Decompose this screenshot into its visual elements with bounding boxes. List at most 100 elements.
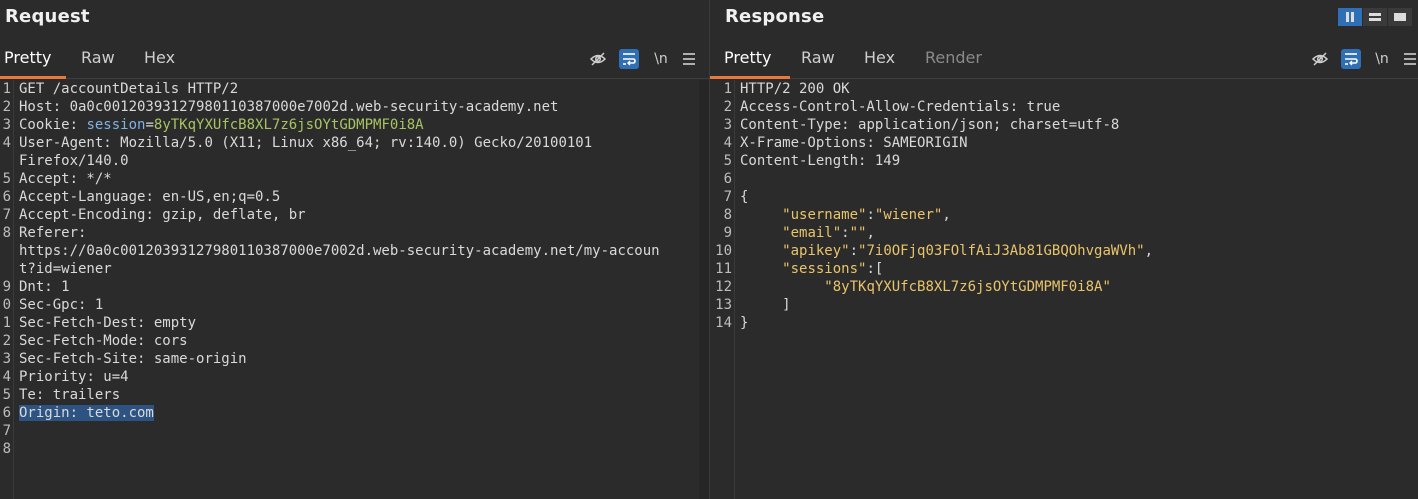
request-scrollbar[interactable] <box>699 80 709 499</box>
code-token: : <box>69 117 87 133</box>
code-token: : en-US,en;q=0.5 <box>145 189 281 205</box>
request-lines: 1 GET /accountDetails HTTP/2 2 Host: 0a0c00… <box>0 80 699 458</box>
request-line: 1 Sec-Fetch-Dest: empty <box>0 314 699 332</box>
request-line: 2 Sec-Fetch-Mode: cors <box>0 332 699 350</box>
request-line: 2 Host: 0a0c00120393127980110387000e7002d… <box>0 98 699 116</box>
tabs-layout-icon[interactable] <box>1388 8 1412 26</box>
line-code: ] <box>740 296 790 314</box>
line-code: HTTP/2 200 OK <box>740 80 850 98</box>
request-title: Request <box>5 6 90 27</box>
code-token: : cors <box>137 333 188 349</box>
code-token: : <box>849 243 859 259</box>
code-token: Accept <box>19 171 70 187</box>
code-token: session <box>86 117 146 133</box>
line-number: 14 <box>715 315 732 331</box>
line-code: Sec-Fetch-Mode: cors <box>19 332 188 350</box>
split-horizontal-icon[interactable] <box>1363 8 1387 26</box>
request-tab-pretty[interactable]: Pretty <box>4 48 51 67</box>
code-token: Accept-Encoding <box>19 207 146 223</box>
code-token: Dnt <box>19 279 45 295</box>
code-token: : */* <box>69 171 112 187</box>
request-pane: Request Pretty Raw Hex \n 1 GET /accountD… <box>0 0 709 499</box>
request-line: 6 Origin: teto.com <box>0 404 699 422</box>
line-number: 6 <box>723 171 732 187</box>
code-token: Sec-Fetch-Site <box>19 351 138 367</box>
line-code: https://0a0c00120393127980110387000e7002… <box>19 242 660 260</box>
request-line: 4 Priority: u=4 <box>0 368 699 386</box>
code-token: "email" <box>782 225 842 241</box>
line-number: 13 <box>715 297 732 313</box>
response-tab-render[interactable]: Render <box>925 48 982 67</box>
code-token: "7i0OFjq03FOlfAiJ3Ab81GBQOhvgaWVh" <box>858 243 1145 259</box>
response-line: 9 "email":"", <box>710 224 1408 242</box>
split-vertical-icon[interactable] <box>1338 8 1362 26</box>
code-token: X-Frame-Options <box>740 135 867 151</box>
code-token: t?id=wiener <box>19 261 112 277</box>
response-line: 4 X-Frame-Options: SAMEORIGIN <box>710 134 1408 152</box>
hamburger-icon[interactable] <box>1400 49 1418 69</box>
line-number: 2 <box>723 99 732 115</box>
hamburger-icon[interactable] <box>679 49 699 69</box>
response-tab-pretty[interactable]: Pretty <box>724 48 771 67</box>
line-number: 5 <box>2 171 11 187</box>
layout-switcher <box>1338 8 1412 26</box>
code-token: Sec-Fetch-Mode <box>19 333 138 349</box>
code-token: :[ <box>866 261 884 277</box>
request-tab-raw[interactable]: Raw <box>81 48 115 67</box>
request-line: 8 <box>0 440 699 458</box>
code-token: Priority <box>19 369 87 385</box>
line-number: 3 <box>2 351 11 367</box>
response-editor[interactable]: 1 HTTP/2 200 OK 2 Access-Control-Allow-Cred… <box>710 80 1418 499</box>
code-token: "apikey" <box>782 243 850 259</box>
line-code: X-Frame-Options: SAMEORIGIN <box>740 134 968 152</box>
request-editor[interactable]: 1 GET /accountDetails HTTP/2 2 Host: 0a0c00… <box>0 80 709 499</box>
newline-toggle[interactable]: \n <box>1372 49 1392 69</box>
line-number: 1 <box>723 81 732 97</box>
code-token: : true <box>1009 99 1061 115</box>
line-number: 4 <box>2 369 11 385</box>
request-line: https://0a0c00120393127980110387000e7002… <box>0 242 699 260</box>
line-code: Access-Control-Allow-Credentials: true <box>740 98 1060 116</box>
response-pane: Response Pretty Raw Hex Render \n 1 HTTP/… <box>709 0 1418 499</box>
line-code: Sec-Fetch-Site: same-origin <box>19 350 247 368</box>
line-code: t?id=wiener <box>19 260 112 278</box>
response-line: 10 "apikey":"7i0OFjq03FOlfAiJ3Ab81GBQOhv… <box>710 242 1408 260</box>
line-number: 1 <box>2 81 11 97</box>
eye-slash-icon[interactable] <box>1310 49 1330 69</box>
code-token: : trailers <box>35 387 121 403</box>
code-token: Access-Control-Allow-Credentials <box>740 99 1010 115</box>
request-tab-hex[interactable]: Hex <box>144 48 175 67</box>
code-token: = <box>145 117 154 133</box>
line-code: "8yTKqYXUfcB8XL7z6jsOYtGDMPMF0i8A" <box>740 278 1111 296</box>
line-number: 4 <box>2 135 11 151</box>
code-token: Te <box>19 387 36 403</box>
request-line: 3 Sec-Fetch-Site: same-origin <box>0 350 699 368</box>
wrap-icon[interactable] <box>619 49 639 69</box>
code-token: : same-origin <box>137 351 247 367</box>
response-tab-hex[interactable]: Hex <box>864 48 895 67</box>
line-code: Dnt: 1 <box>19 278 70 296</box>
line-number: 4 <box>723 135 732 151</box>
code-token: Content-Length <box>740 153 859 169</box>
wrap-icon[interactable] <box>1341 49 1361 69</box>
code-token: Firefox/140.0 <box>19 153 129 169</box>
line-number: 11 <box>715 261 732 277</box>
code-token: "" <box>849 225 867 241</box>
response-line: 7{ <box>710 188 1408 206</box>
code-token: : 1 <box>44 279 70 295</box>
response-tab-underline <box>710 76 790 79</box>
response-tab-raw[interactable]: Raw <box>801 48 835 67</box>
code-token: : gzip, deflate, br <box>145 207 306 223</box>
newline-toggle[interactable]: \n <box>651 49 671 69</box>
request-line: 7 Accept-Encoding: gzip, deflate, br <box>0 206 699 224</box>
line-number: 2 <box>2 333 11 349</box>
request-line: 5 Accept: */* <box>0 170 699 188</box>
code-token: : <box>78 225 87 241</box>
line-number: 9 <box>723 225 732 241</box>
code-token: : u=4 <box>86 369 129 385</box>
eye-slash-icon[interactable] <box>588 49 608 69</box>
line-code: { <box>740 188 748 206</box>
